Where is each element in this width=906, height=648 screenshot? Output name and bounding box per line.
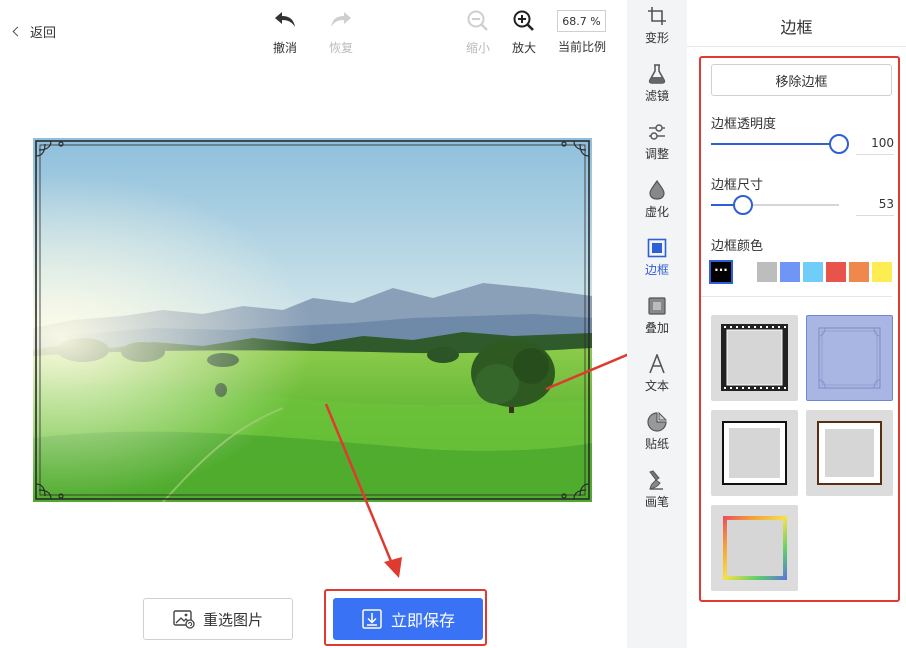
frame-icon [647,238,667,258]
tool-sticker[interactable]: 贴纸 [627,412,687,452]
zoom-in-button[interactable]: 放大 [500,8,548,56]
save-label: 立即保存 [390,611,455,630]
undo-label: 撤消 [272,41,297,55]
chevron-left-icon [12,26,23,36]
panel-highlight-outline [699,56,900,602]
reselect-label: 重选图片 [202,610,263,629]
redo-label: 恢复 [328,41,353,55]
panel-title: 边框 [780,18,813,37]
crop-icon [648,7,666,25]
tool-label: 贴纸 [644,437,669,451]
tool-label: 滤镜 [644,89,669,103]
tool-filter[interactable]: 滤镜 [627,64,687,104]
zoom-out-icon [467,10,488,31]
tool-label: 文本 [644,379,669,393]
tool-label: 画笔 [644,495,669,509]
tool-label: 虚化 [644,205,669,219]
tool-text[interactable]: 文本 [627,354,687,394]
flask-icon [648,64,666,84]
download-icon [362,609,382,629]
tool-label: 边框 [644,263,669,277]
undo-icon [275,12,295,27]
zoom-out-label: 缩小 [465,41,490,55]
tool-label: 叠加 [644,321,669,335]
reselect-image-button[interactable]: 重选图片 [143,598,293,640]
tool-adjust[interactable]: 调整 [627,122,687,162]
photo-editor: 返回 撤消 恢复 缩小 放大 68.7 % 当前比例 重选图片 立即保存 变形 … [0,0,906,648]
zoom-value-box[interactable]: 68.7 % [557,10,606,32]
zoom-caption: 当前比例 [557,40,606,54]
overlay-icon [648,297,666,315]
image-refresh-icon [173,610,195,629]
back-label: 返回 [30,25,57,41]
sticker-icon [647,412,667,432]
redo-button[interactable]: 恢复 [317,8,365,56]
tool-strip: 变形 滤镜 调整 虚化 边框 叠加 文本 贴纸 画笔 [627,0,687,648]
tool-overlay[interactable]: 叠加 [627,296,687,336]
zoom-in-icon [513,10,534,31]
sliders-icon [649,124,665,140]
tool-label: 调整 [644,147,669,161]
tool-label: 变形 [644,31,669,45]
tool-brush[interactable]: 画笔 [627,470,687,510]
panel-divider [687,46,906,47]
zoom-in-label: 放大 [511,41,536,55]
save-now-button[interactable]: 立即保存 [333,598,483,640]
landscape-photo [33,138,592,502]
brush-icon [649,470,663,490]
tool-blur[interactable]: 虚化 [627,180,687,220]
photo-canvas[interactable] [33,138,592,502]
tool-transform[interactable]: 变形 [627,6,687,46]
text-icon [649,354,665,374]
undo-button[interactable]: 撤消 [261,8,309,56]
droplet-icon [649,180,665,200]
zoom-out-button[interactable]: 缩小 [454,8,502,56]
tool-border[interactable]: 边框 [627,238,687,278]
redo-icon [331,12,351,27]
back-button[interactable]: 返回 [12,20,57,42]
